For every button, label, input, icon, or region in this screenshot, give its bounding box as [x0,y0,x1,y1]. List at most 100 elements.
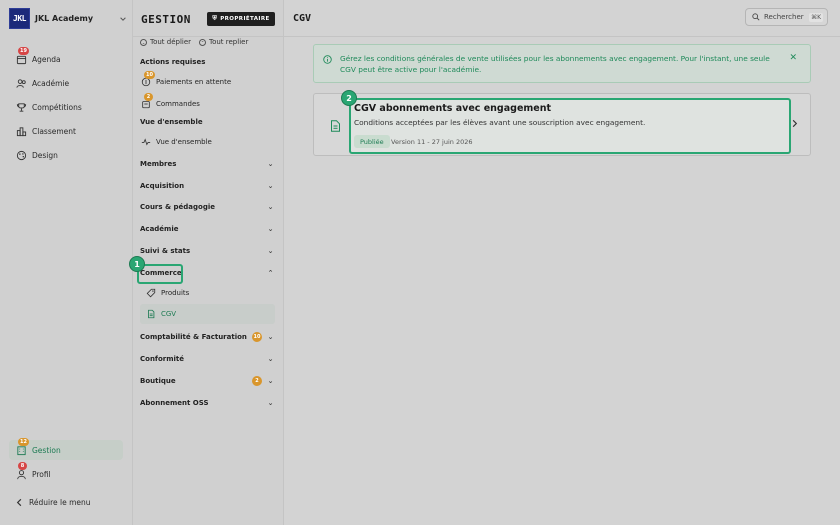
info-icon [323,55,332,64]
expand-icon: ⌄ [140,38,147,46]
divider [133,36,284,37]
chevron-down-icon: ⌄ [267,399,274,407]
group-abonnement-oss[interactable]: Abonnement OSS ⌄ [140,393,275,413]
document-icon [331,120,340,132]
search-icon [752,13,760,21]
trophy-icon [14,100,28,114]
notification-badge: 10 [144,71,155,79]
chevron-down-icon: ⌄ [267,160,274,168]
nav-item-label: Design [32,150,58,160]
nav-item-profil[interactable]: 8 Profil [9,462,123,484]
nav-item-agenda[interactable]: 19 Agenda [9,47,123,69]
group-conformite[interactable]: Conformité ⌄ [140,349,275,369]
nav-item-label: Classement [32,126,76,136]
nav-item-classement[interactable]: Classement [9,121,123,141]
sub-item-overview[interactable]: Vue d'ensemble [140,132,275,152]
info-banner: Gérez les conditions générales de vente … [313,44,811,83]
count-badge: 10 [252,332,262,342]
chart-bar-icon [14,124,28,138]
user-icon: 8 [14,462,28,481]
tag-icon [145,287,157,299]
notification-badge: 12 [18,438,29,446]
document-icon [145,308,157,320]
sub-item-orders[interactable]: 2 Commandes [140,93,275,114]
group-acquisition[interactable]: Acquisition ⌄ [140,176,275,196]
owner-role-badge: ⛨ PROPRIÉTAIRE [207,12,275,26]
calendar-icon: 19 [14,47,29,66]
collapse-all-button[interactable]: ⌃ Tout replier [199,38,248,46]
sub-item-pending-payments[interactable]: 10 Paiements en attente [140,71,275,92]
nav-item-label: Gestion [32,445,61,455]
academy-logo: JKL [9,8,30,29]
divider [284,36,840,37]
page-title: CGV [293,13,312,24]
sub-item-cgv[interactable]: CGV [140,304,275,324]
nav-item-label: Académie [32,78,70,88]
order-icon: 2 [140,93,153,110]
sub-item-label: CGV [161,310,177,318]
group-suivi-stats[interactable]: Suivi & stats ⌄ [140,241,275,261]
palette-icon [14,148,28,162]
academy-switcher[interactable]: JKL JKL Academy [9,8,127,29]
group-label: Boutique [140,377,176,385]
academy-name: JKL Academy [35,14,94,23]
group-label: Académie [140,225,179,233]
required-actions-heading: Actions requises [140,58,206,66]
collapse-menu-button[interactable]: Réduire le menu [9,492,123,512]
cgv-title: CGV abonnements avec engagement [354,103,552,114]
chevron-down-icon: ⌄ [267,182,274,190]
nav-item-label: Compétitions [32,102,82,112]
chevron-down-icon: ⌄ [267,225,274,233]
group-label: Conformité [140,355,185,363]
users-icon [14,76,28,90]
group-academie[interactable]: Académie ⌄ [140,219,275,239]
nav-item-design[interactable]: Design [9,145,123,165]
sub-item-label: Produits [161,289,190,297]
sub-item-label: Paiements en attente [156,78,232,86]
chevron-down-icon [119,15,127,23]
sub-item-produits[interactable]: Produits [145,283,275,303]
cgv-version: Version 11 - 27 juin 2026 [391,138,473,146]
nav-item-label: Agenda [32,54,61,64]
step-marker-2: 2 [341,90,357,106]
shield-icon: ⛨ [212,15,218,22]
nav-item-competitions[interactable]: Compétitions [9,97,123,117]
collapse-all-label: Tout replier [209,38,249,46]
chevron-down-icon: ⌄ [267,377,274,385]
nav-item-academie[interactable]: Académie [9,73,123,93]
nav-item-label: Profil [32,469,51,479]
notification-badge: 8 [18,462,27,470]
group-cours-pedagogie[interactable]: Cours & pédagogie ⌄ [140,197,275,217]
payment-icon: 10 [140,71,155,88]
building-icon: 12 [14,438,29,457]
group-membres[interactable]: Membres ⌄ [140,154,275,174]
chevron-down-icon: ⌄ [267,247,274,255]
chevron-up-icon: ⌃ [267,269,274,277]
chevron-right-icon[interactable] [790,119,799,131]
group-label: Cours & pédagogie [140,203,215,211]
sub-item-label: Commandes [156,100,200,108]
owner-role-label: PROPRIÉTAIRE [220,16,270,22]
expand-all-label: Tout déplier [150,38,192,46]
group-comptabilite[interactable]: Comptabilité & Facturation 10 ⌄ [140,327,275,347]
group-boutique[interactable]: Boutique 2 ⌄ [140,371,275,391]
notification-badge: 19 [18,47,29,55]
main-sidebar: JKL JKL Academy 19 Agenda Académie Compé… [0,0,133,525]
cgv-card-highlight[interactable]: CGV abonnements avec engagement Conditio… [349,98,791,154]
chevron-left-icon [12,495,26,509]
cgv-card[interactable]: CGV abonnements avec engagement Conditio… [313,93,811,156]
info-text: Gérez les conditions générales de vente … [340,54,770,74]
notification-badge: 2 [144,93,153,101]
search-button[interactable]: Rechercher ⌘K [745,8,828,26]
close-icon[interactable]: ✕ [789,53,797,64]
expand-all-button[interactable]: ⌄ Tout déplier [140,38,191,46]
group-label: Acquisition [140,182,185,190]
search-label: Rechercher [764,13,804,21]
sidebar-title: GESTION [141,13,191,26]
status-badge: Publiée [354,135,390,148]
nav-item-gestion[interactable]: 12 Gestion [9,438,123,460]
group-label: Membres [140,160,177,168]
collapse-icon: ⌃ [199,38,206,46]
search-shortcut: ⌘K [809,12,823,22]
chevron-down-icon: ⌄ [267,203,274,211]
